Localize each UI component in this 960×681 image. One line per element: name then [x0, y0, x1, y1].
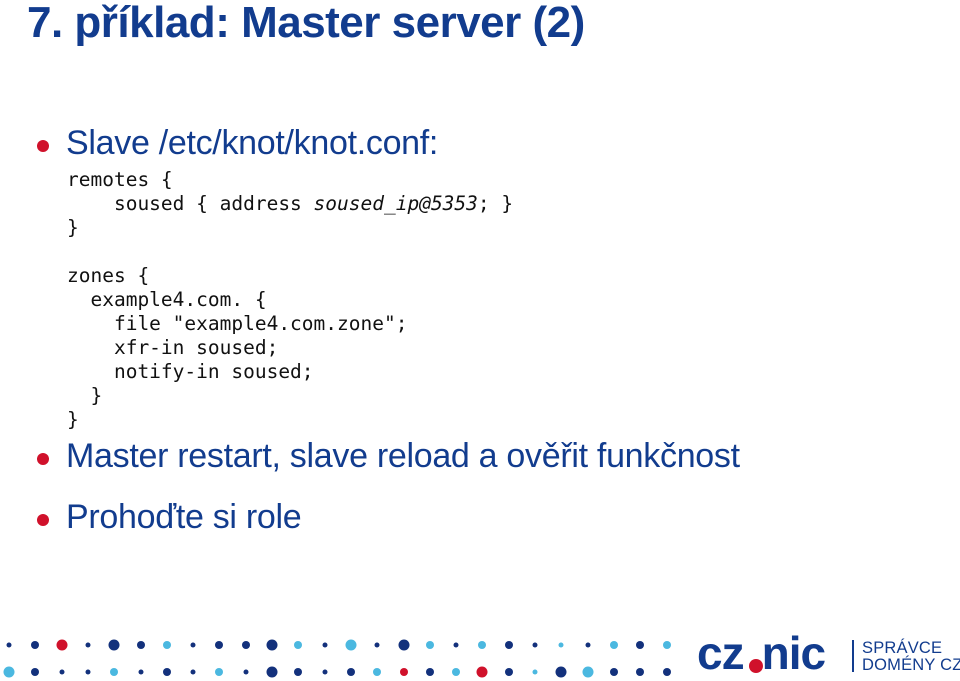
bullet-text-restart: Master restart, slave reload a ověřit fu…	[66, 437, 740, 475]
slide-title: 7. příklad: Master server (2)	[27, 0, 585, 47]
footer-dot	[108, 639, 120, 651]
footer-dot	[609, 641, 618, 649]
footer-dot	[266, 666, 278, 678]
footer-dot	[585, 642, 591, 648]
code-line: remotes {	[67, 168, 173, 191]
code-line: }	[67, 408, 79, 431]
code-line: notify-in soused;	[67, 360, 314, 383]
footer-dot	[345, 639, 357, 651]
code-line: soused { address soused_ip@5353; }	[67, 192, 514, 215]
logo-wordmark: cz nic	[697, 627, 826, 679]
footer-dot	[504, 668, 513, 676]
footer-dot	[3, 666, 15, 678]
footer-dot	[555, 666, 567, 678]
footer-dot	[31, 668, 40, 676]
footer-dot	[532, 642, 538, 648]
footer-dot	[85, 642, 91, 648]
footer-dot	[532, 669, 538, 675]
logo-tagline-2: DOMÉNY CZ	[862, 656, 960, 674]
code-line: zones {	[67, 264, 150, 287]
footer-dot	[476, 666, 488, 678]
bullet-text-slave-conf: Slave /etc/knot/knot.conf:	[66, 124, 439, 162]
footer-dot	[85, 669, 91, 675]
footer-dot	[243, 669, 249, 675]
footer-dot	[162, 641, 171, 649]
code-line: xfr-in soused;	[67, 336, 279, 359]
footer-dot	[56, 639, 68, 651]
logo-separator	[852, 640, 854, 672]
footer-dot	[110, 668, 119, 676]
footer-dot	[636, 641, 645, 649]
footer-dot	[425, 668, 434, 676]
bullet-icon	[37, 514, 49, 526]
footer-dot	[425, 641, 434, 649]
footer-dot	[138, 669, 143, 675]
footer-dot	[266, 639, 278, 651]
logo-red-dot-icon	[749, 659, 763, 673]
footer-dot	[162, 668, 171, 676]
code-line: }	[67, 216, 79, 239]
footer-dot	[190, 642, 196, 648]
footer-dot	[215, 641, 224, 649]
footer-dot	[346, 668, 355, 676]
code-line: }	[67, 384, 103, 407]
footer-dot	[662, 668, 671, 676]
code-block: remotes { soused { address soused_ip@535…	[67, 168, 513, 432]
footer-dot	[59, 669, 65, 675]
footer-dot	[322, 642, 328, 648]
footer-dot	[398, 639, 409, 651]
footer-dot	[399, 668, 408, 676]
footer-dot	[636, 668, 645, 676]
footer-dot	[190, 669, 196, 675]
code-line: file "example4.com.zone";	[67, 312, 408, 335]
footer-dot	[241, 641, 250, 649]
footer-dot	[453, 642, 459, 648]
bullet-icon	[37, 140, 49, 152]
footer-dot	[294, 668, 303, 676]
footer-dot	[662, 641, 671, 649]
footer-dot	[136, 641, 145, 649]
footer-dot	[582, 666, 594, 678]
code-placeholder: soused_ip@5353	[313, 192, 478, 215]
footer-dot	[31, 641, 40, 649]
footer-dot	[609, 668, 618, 676]
footer-dot	[322, 669, 328, 675]
footer-dot	[374, 642, 380, 648]
footer-dot	[452, 668, 461, 676]
cznic-logo: cz nic SPRÁVCE DOMÉNY CZ	[697, 627, 960, 679]
footer-dot	[6, 642, 12, 648]
footer-dot	[504, 641, 513, 649]
bullet-text-swap-roles: Prohoďte si role	[66, 498, 302, 536]
footer-dot	[215, 668, 224, 676]
footer-dot	[478, 641, 487, 649]
code-line: example4.com. {	[67, 288, 267, 311]
footer-dot	[294, 641, 303, 649]
footer-dot	[558, 642, 564, 648]
bullet-icon	[37, 453, 49, 465]
footer-dot	[373, 668, 382, 676]
